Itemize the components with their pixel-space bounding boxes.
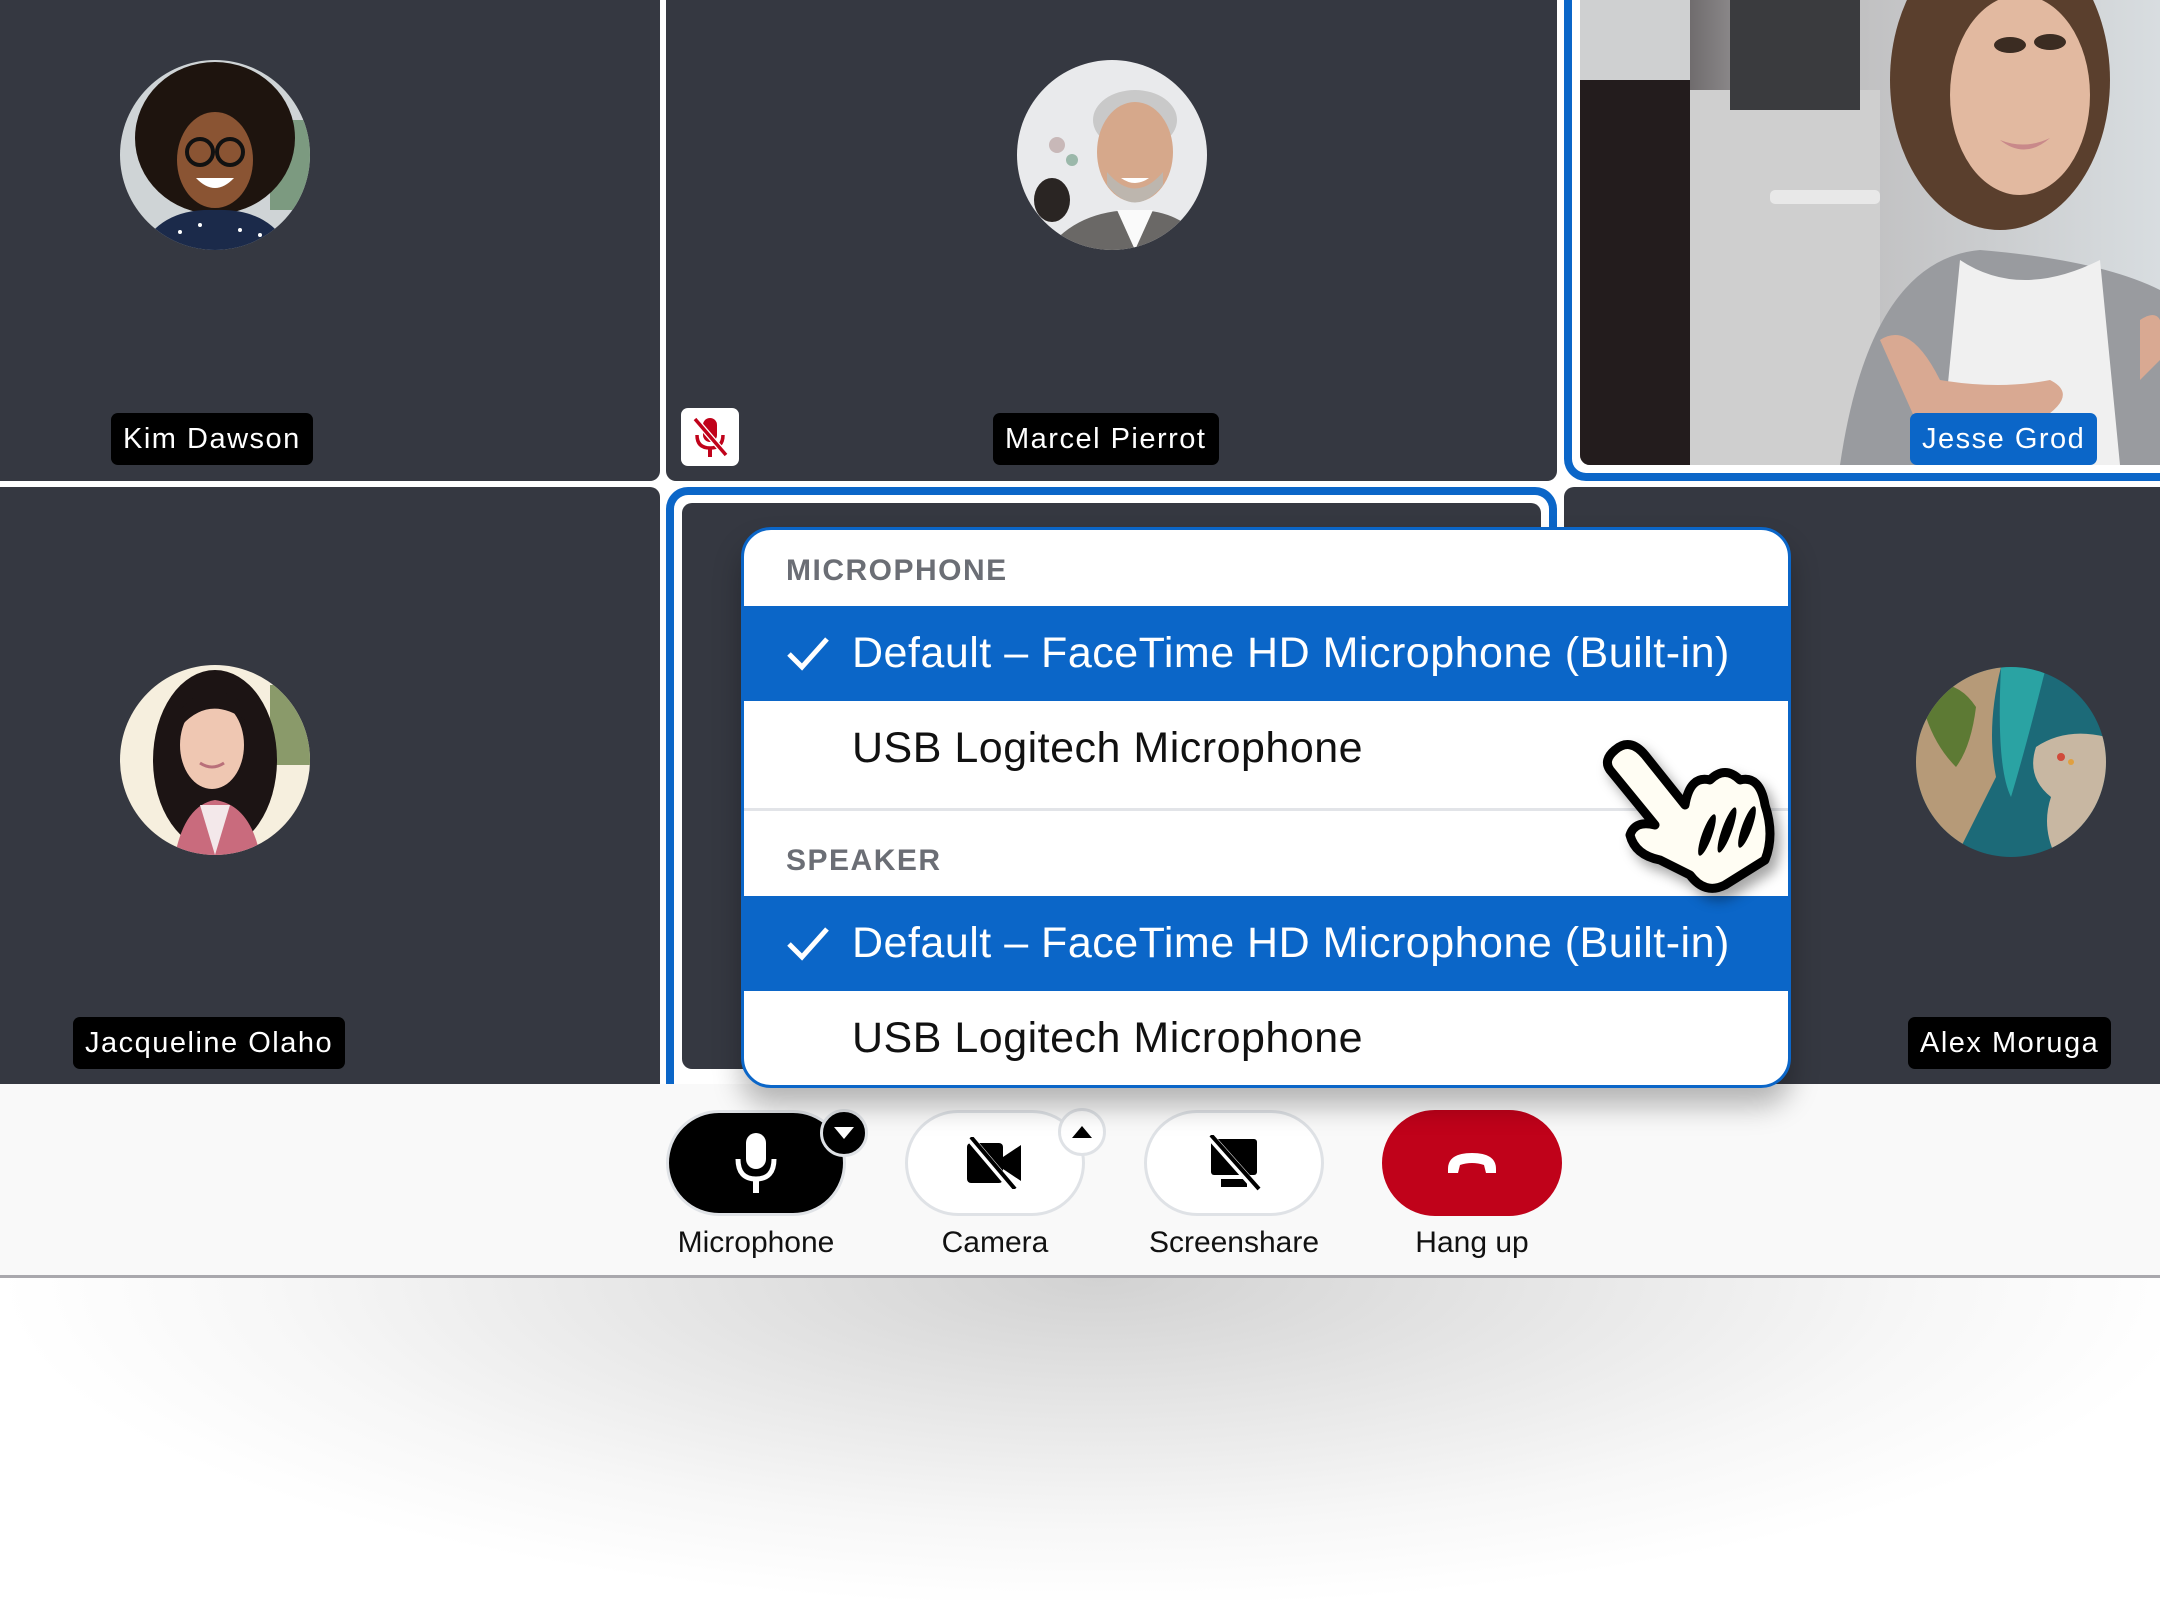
menu-item-speaker-usb-logitech[interactable]: USB Logitech Microphone bbox=[744, 991, 1788, 1085]
hang-up-button[interactable] bbox=[1382, 1110, 1562, 1216]
camera-options-caret[interactable] bbox=[1058, 1108, 1106, 1156]
chevron-up-icon bbox=[1072, 1126, 1092, 1138]
participant-name-tag: Alex Moruga bbox=[1908, 1017, 2112, 1069]
microphone-options-caret[interactable] bbox=[820, 1109, 868, 1157]
participant-name-tag: Marcel Pierrot bbox=[993, 413, 1219, 465]
participant-tile-jesse-grod[interactable]: Jesse Grod bbox=[1580, 0, 2160, 465]
participant-name-tag: Jacqueline Olaho bbox=[73, 1017, 346, 1069]
participant-tile-kim-dawson[interactable]: Kim Dawson bbox=[0, 0, 660, 481]
menu-item-label: Default – FaceTime HD Microphone (Built-… bbox=[852, 919, 1730, 967]
microphone-label: Microphone bbox=[677, 1226, 835, 1259]
menu-divider bbox=[744, 808, 1788, 811]
avatar bbox=[120, 60, 310, 250]
device-selection-menu: MICROPHONE Default – FaceTime HD Microph… bbox=[741, 527, 1791, 1088]
menu-section-header-speaker: SPEAKER bbox=[786, 844, 942, 877]
screenshare-button[interactable] bbox=[1144, 1110, 1324, 1216]
screenshare-label: Screenshare bbox=[1148, 1226, 1320, 1259]
screenshare-off-icon bbox=[1207, 1135, 1261, 1191]
avatar bbox=[1017, 60, 1207, 250]
video-feed bbox=[1580, 0, 2160, 465]
checkmark-icon bbox=[787, 637, 829, 671]
microphone-muted-icon bbox=[692, 417, 729, 457]
call-control-bar: Microphone Camera Screenshare Hang up bbox=[0, 1084, 2160, 1278]
window-shadow bbox=[0, 1278, 2160, 1600]
menu-item-microphone-usb-logitech[interactable]: USB Logitech Microphone bbox=[744, 701, 1788, 796]
participant-name-tag: Jesse Grod bbox=[1910, 413, 2098, 465]
menu-item-label: USB Logitech Microphone bbox=[852, 724, 1364, 772]
participant-tile-marcel-pierrot[interactable]: Marcel Pierrot bbox=[666, 0, 1557, 481]
menu-item-speaker-default[interactable]: Default – FaceTime HD Microphone (Built-… bbox=[744, 896, 1788, 991]
checkmark-icon bbox=[787, 927, 829, 961]
camera-off-icon bbox=[965, 1137, 1021, 1189]
microphone-icon bbox=[735, 1133, 777, 1193]
menu-item-label: USB Logitech Microphone bbox=[852, 1014, 1364, 1062]
hang-up-label: Hang up bbox=[1415, 1226, 1529, 1259]
chevron-down-icon bbox=[834, 1127, 854, 1139]
microphone-button[interactable] bbox=[666, 1110, 846, 1216]
avatar bbox=[1916, 667, 2106, 857]
camera-label: Camera bbox=[941, 1226, 1049, 1259]
participant-name-tag: Kim Dawson bbox=[111, 413, 313, 465]
avatar bbox=[120, 665, 310, 855]
menu-item-label: Default – FaceTime HD Microphone (Built-… bbox=[852, 629, 1730, 677]
menu-section-header-microphone: MICROPHONE bbox=[786, 554, 1008, 587]
muted-badge bbox=[681, 408, 739, 466]
phone-hangup-icon bbox=[1448, 1153, 1496, 1173]
participant-tile-jacqueline-olaho[interactable]: Jacqueline Olaho bbox=[0, 487, 660, 1084]
menu-item-microphone-default[interactable]: Default – FaceTime HD Microphone (Built-… bbox=[744, 606, 1788, 701]
